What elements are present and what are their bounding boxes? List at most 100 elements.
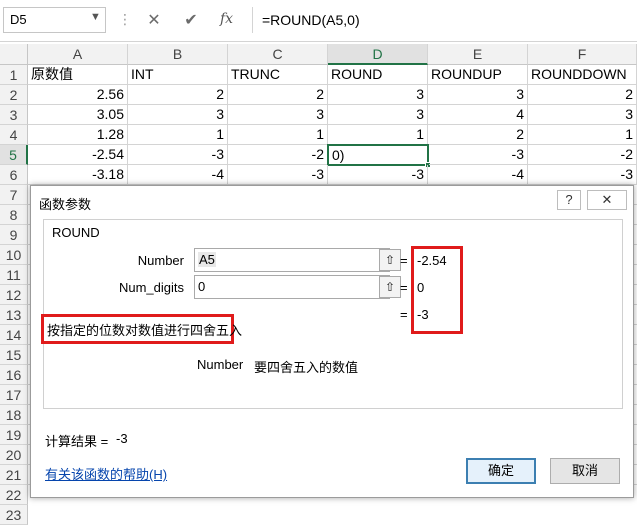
cell-f5[interactable]: -2 [528, 145, 637, 165]
ref-button-number-icon[interactable]: ⇧ [379, 249, 401, 271]
row-header-7[interactable]: 7 [0, 185, 28, 205]
cell-d4[interactable]: 1 [328, 125, 428, 145]
calc-result-label: 计算结果 = [45, 434, 109, 449]
cell-c6[interactable]: -3 [228, 165, 328, 185]
ref-button-num-digits-icon[interactable]: ⇧ [379, 276, 401, 298]
cell-f2[interactable]: 2 [528, 85, 637, 105]
column-header-e[interactable]: E [428, 44, 528, 65]
row-header-6[interactable]: 6 [0, 165, 28, 185]
row-header-14[interactable]: 14 [0, 325, 28, 345]
cell-e2[interactable]: 3 [428, 85, 528, 105]
cell-a5[interactable]: -2.54 [28, 145, 128, 165]
dialog-title: 函数参数 [39, 197, 92, 212]
column-header-c[interactable]: C [228, 44, 328, 65]
cancel-button[interactable]: 取消 [550, 458, 620, 484]
calc-result-value: -3 [116, 431, 128, 446]
cell-d3[interactable]: 3 [328, 105, 428, 125]
formula-text: =ROUND(A5,0) [262, 12, 360, 28]
help-link[interactable]: 有关该函数的帮助(H) [45, 464, 167, 483]
cell-b5[interactable]: -3 [128, 145, 228, 165]
row-header-1[interactable]: 1 [0, 65, 28, 85]
row-header-8[interactable]: 8 [0, 205, 28, 225]
row-header-4[interactable]: 4 [0, 125, 28, 145]
cell-e3[interactable]: 4 [428, 105, 528, 125]
cell-c2[interactable]: 2 [228, 85, 328, 105]
cell-a6[interactable]: -3.18 [28, 165, 128, 185]
select-all-corner[interactable] [0, 44, 28, 65]
row-header-12[interactable]: 12 [0, 285, 28, 305]
cancel-formula-icon[interactable]: ✕ [141, 10, 167, 30]
active-cell-d5[interactable]: 0) [327, 144, 429, 166]
cell-b3[interactable]: 3 [128, 105, 228, 125]
cell-f1[interactable]: ROUNDDOWN [528, 65, 637, 85]
cell-b6[interactable]: -4 [128, 165, 228, 185]
number-input-value: A5 [198, 252, 216, 267]
cell-c5[interactable]: -2 [228, 145, 328, 165]
row-header-17[interactable]: 17 [0, 385, 28, 405]
enter-formula-icon[interactable]: ✔ [178, 10, 204, 30]
cell-a4[interactable]: 1.28 [28, 125, 128, 145]
row-header-18[interactable]: 18 [0, 405, 28, 425]
close-button[interactable]: ✕ [587, 190, 627, 210]
row-header-16[interactable]: 16 [0, 365, 28, 385]
cell-e1[interactable]: ROUNDUP [428, 65, 528, 85]
cell-f3[interactable]: 3 [528, 105, 637, 125]
name-box-value: D5 [10, 12, 27, 27]
cell-d1[interactable]: ROUND [328, 65, 428, 85]
row-header-13[interactable]: 13 [0, 305, 28, 325]
cell-b2[interactable]: 2 [128, 85, 228, 105]
cell-f6[interactable]: -3 [528, 165, 637, 185]
cell-f4[interactable]: 1 [528, 125, 637, 145]
drag-handle-icon[interactable]: ⋮ [118, 11, 132, 28]
num-digits-equals: = [400, 280, 408, 295]
column-header-d[interactable]: D [328, 44, 428, 65]
cell-c4[interactable]: 1 [228, 125, 328, 145]
results-highlight-box [411, 246, 463, 334]
num-digits-input[interactable]: 0 [194, 275, 390, 299]
cell-b4[interactable]: 1 [128, 125, 228, 145]
row-header-22[interactable]: 22 [0, 485, 28, 505]
column-header-a[interactable]: A [28, 44, 128, 65]
formula-input[interactable]: =ROUND(A5,0) [252, 7, 637, 33]
cell-b1[interactable]: INT [128, 65, 228, 85]
arg-label-number: Number [137, 253, 184, 268]
function-group: ROUND Number A5 ⇧ = -2.54 Num_digits 0 ⇧… [41, 219, 623, 409]
cell-c3[interactable]: 3 [228, 105, 328, 125]
help-button[interactable]: ? [557, 190, 581, 210]
row-header-21[interactable]: 21 [0, 465, 28, 485]
row-header-15[interactable]: 15 [0, 345, 28, 365]
row-header-20[interactable]: 20 [0, 445, 28, 465]
row-header-10[interactable]: 10 [0, 245, 28, 265]
arg-description-name: Number [197, 357, 244, 372]
cell-e6[interactable]: -4 [428, 165, 528, 185]
row-header-11[interactable]: 11 [0, 265, 28, 285]
num-digits-input-value: 0 [198, 279, 206, 294]
function-description: 按指定的位数对数值进行四舍五入 [47, 323, 243, 338]
row-header-3[interactable]: 3 [0, 105, 28, 125]
column-header-f[interactable]: F [528, 44, 637, 65]
formula-bar: D5 ▼ ⋮ ✕ ✔ fx =ROUND(A5,0) [0, 0, 637, 42]
cell-d6[interactable]: -3 [328, 165, 428, 185]
cell-a2[interactable]: 2.56 [28, 85, 128, 105]
chevron-down-icon[interactable]: ▼ [90, 11, 101, 23]
arg-label-num-digits: Num_digits [118, 280, 184, 295]
row-header-2[interactable]: 2 [0, 85, 28, 105]
number-input[interactable]: A5 [194, 248, 390, 272]
function-arguments-dialog: 函数参数 ? ✕ ROUND Number A5 ⇧ = -2.54 Num_d… [30, 185, 634, 498]
name-box[interactable]: D5 ▼ [3, 7, 106, 33]
number-equals: = [400, 253, 408, 268]
column-header-b[interactable]: B [128, 44, 228, 65]
ok-button[interactable]: 确定 [466, 458, 536, 484]
row-header-23[interactable]: 23 [0, 505, 28, 525]
result-equals: = [400, 307, 408, 322]
row-header-5[interactable]: 5 [0, 145, 28, 165]
cell-d2[interactable]: 3 [328, 85, 428, 105]
cell-e4[interactable]: 2 [428, 125, 528, 145]
cell-a1[interactable]: 原数值 [28, 65, 128, 85]
cell-a3[interactable]: 3.05 [28, 105, 128, 125]
insert-function-icon[interactable]: fx [220, 11, 233, 27]
cell-e5[interactable]: -3 [429, 145, 528, 165]
row-header-9[interactable]: 9 [0, 225, 28, 245]
row-header-19[interactable]: 19 [0, 425, 28, 445]
cell-c1[interactable]: TRUNC [228, 65, 328, 85]
